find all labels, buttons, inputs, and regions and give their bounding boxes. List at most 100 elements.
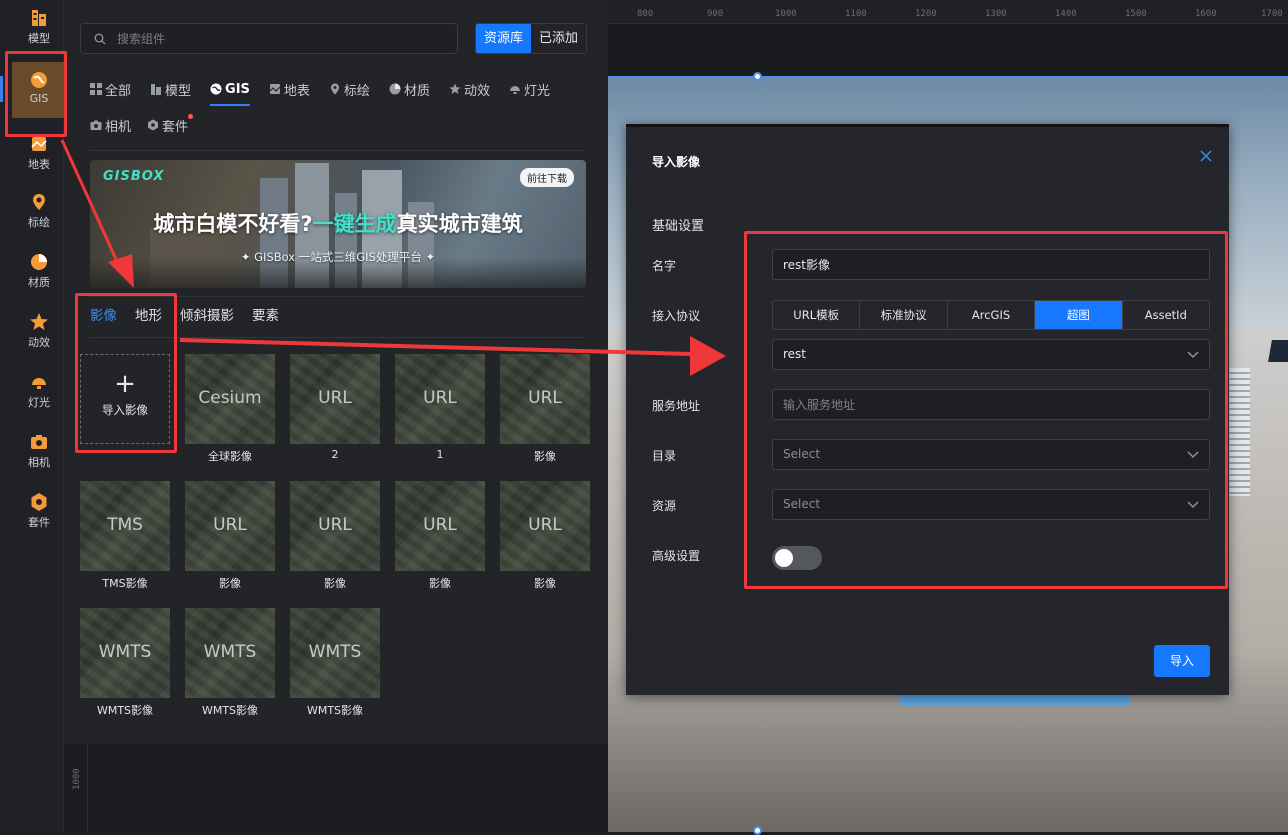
protocol-label: 接入协议: [652, 309, 701, 323]
import-button[interactable]: 导入: [1154, 645, 1210, 677]
kit-icon: [31, 493, 47, 511]
tab-oblique[interactable]: 倾斜摄影: [180, 304, 234, 324]
selection-line: [608, 76, 1288, 77]
category-label: 套件: [162, 119, 189, 135]
imagery-card[interactable]: URL 1: [395, 354, 485, 461]
rail-accent: [0, 76, 3, 102]
notification-dot: [188, 114, 194, 119]
service-url-label: 服务地址: [652, 399, 701, 413]
download-button[interactable]: 前往下载: [520, 168, 574, 187]
model-icon: [32, 10, 46, 26]
camera-icon: [90, 120, 102, 130]
rail-label: 模型: [28, 32, 50, 45]
category-kit[interactable]: 套件: [147, 114, 194, 135]
rail-item-camera[interactable]: 相机: [12, 432, 66, 488]
rail-item-effect[interactable]: 动效: [12, 312, 66, 368]
selection-handle[interactable]: [753, 826, 762, 835]
search-icon: [94, 33, 106, 45]
imagery-caption: 影像: [219, 577, 241, 590]
rail-label: 灯光: [28, 396, 50, 409]
close-icon[interactable]: [1199, 149, 1213, 163]
name-label: 名字: [652, 259, 677, 273]
imagery-card[interactable]: Cesium 全球影像: [185, 354, 275, 464]
marker-icon: [330, 83, 339, 95]
imagery-card[interactable]: WMTS WMTS影像: [80, 608, 170, 718]
library-toggle: 资源库 已添加: [475, 23, 588, 54]
material-icon: [31, 254, 47, 270]
category-marker[interactable]: 标绘: [329, 79, 370, 99]
imagery-card[interactable]: TMS TMS影像: [80, 481, 170, 591]
ruler-strip: [608, 24, 1288, 76]
category-row-2: 相机 套件: [90, 114, 194, 135]
advanced-settings-label: 高级设置: [652, 549, 701, 563]
imagery-card[interactable]: URL 影像: [500, 354, 590, 464]
imagery-card[interactable]: URL 影像: [500, 481, 590, 591]
selection-handle[interactable]: [753, 72, 762, 81]
rail-item-material[interactable]: 材质: [12, 252, 66, 308]
tab-added[interactable]: 已添加: [531, 24, 586, 53]
category-label: 灯光: [523, 83, 550, 99]
tab-features[interactable]: 要素: [252, 304, 279, 324]
imagery-caption: 影像: [429, 577, 451, 590]
imagery-card[interactable]: WMTS WMTS影像: [290, 608, 380, 718]
search-box[interactable]: [80, 23, 458, 54]
imagery-caption: 影像: [324, 577, 346, 590]
rail-item-marker[interactable]: 标绘: [12, 192, 66, 248]
ruler-tick: 1000: [72, 768, 82, 790]
promo-banner[interactable]: GISBOX 前往下载 城市白模不好看?一键生成真实城市建筑 ✦ GISBox …: [90, 160, 586, 288]
imagery-caption: 影像: [534, 450, 556, 463]
ruler-tick: 1200: [915, 9, 937, 19]
ruler-tick: 1600: [1195, 9, 1217, 19]
ruler-tick: 1500: [1125, 9, 1147, 19]
search-input[interactable]: [115, 24, 445, 53]
imagery-thumbnail: WMTS: [185, 608, 275, 698]
category-label: 材质: [403, 83, 430, 99]
rail-item-kit[interactable]: 套件: [12, 492, 66, 548]
ruler-tick: 1700: [1261, 9, 1283, 19]
category-surface[interactable]: 地表: [269, 79, 310, 99]
rail-item-light[interactable]: 灯光: [12, 372, 66, 428]
imagery-card[interactable]: URL 2: [290, 354, 380, 461]
marker-icon: [33, 194, 45, 210]
category-label: 相机: [105, 119, 132, 135]
imagery-thumbnail: URL: [500, 354, 590, 444]
category-material[interactable]: 材质: [389, 79, 430, 99]
model-icon: [151, 84, 162, 95]
category-label: 标绘: [343, 83, 370, 99]
category-all[interactable]: 全部: [90, 79, 131, 99]
material-icon: [389, 83, 401, 95]
ruler-tick: 1300: [985, 9, 1007, 19]
imagery-caption: 全球影像: [208, 450, 252, 463]
rail-item-surface[interactable]: 地表: [12, 134, 66, 190]
banner-subtitle: ✦ GISBox 一站式三维GIS处理平台 ✦: [240, 250, 436, 264]
rail-label: 相机: [28, 456, 50, 469]
ruler-tick: 1400: [1055, 9, 1077, 19]
scene-object: [1268, 340, 1288, 362]
banner-headline: 城市白模不好看?一键生成真实城市建筑: [153, 212, 523, 236]
surface-icon: [31, 137, 47, 151]
rail-label: 标绘: [28, 216, 50, 229]
category-model[interactable]: 模型: [150, 79, 191, 99]
category-light[interactable]: 灯光: [509, 79, 550, 99]
effect-icon: [30, 313, 48, 330]
category-camera[interactable]: 相机: [90, 115, 131, 135]
category-effect[interactable]: 动效: [449, 79, 490, 99]
surface-icon: [269, 84, 281, 94]
highlight-gis-rail: [5, 51, 67, 137]
ruler-tick: 1100: [845, 9, 867, 19]
imagery-caption: 1: [436, 448, 444, 461]
category-label: 地表: [283, 83, 310, 99]
imagery-caption: WMTS影像: [201, 704, 259, 717]
divider: [90, 150, 586, 151]
category-gis[interactable]: GIS: [210, 79, 250, 106]
imagery-caption: WMTS影像: [96, 704, 154, 717]
imagery-card[interactable]: URL 影像: [290, 481, 380, 591]
light-icon: [509, 86, 520, 94]
tab-resource-library[interactable]: 资源库: [476, 24, 532, 53]
imagery-thumbnail: WMTS: [290, 608, 380, 698]
imagery-card[interactable]: WMTS WMTS影像: [185, 608, 275, 718]
imagery-caption: 影像: [534, 577, 556, 590]
catalog-label: 目录: [652, 449, 677, 463]
imagery-card[interactable]: URL 影像: [185, 481, 275, 591]
imagery-card[interactable]: URL 影像: [395, 481, 485, 591]
